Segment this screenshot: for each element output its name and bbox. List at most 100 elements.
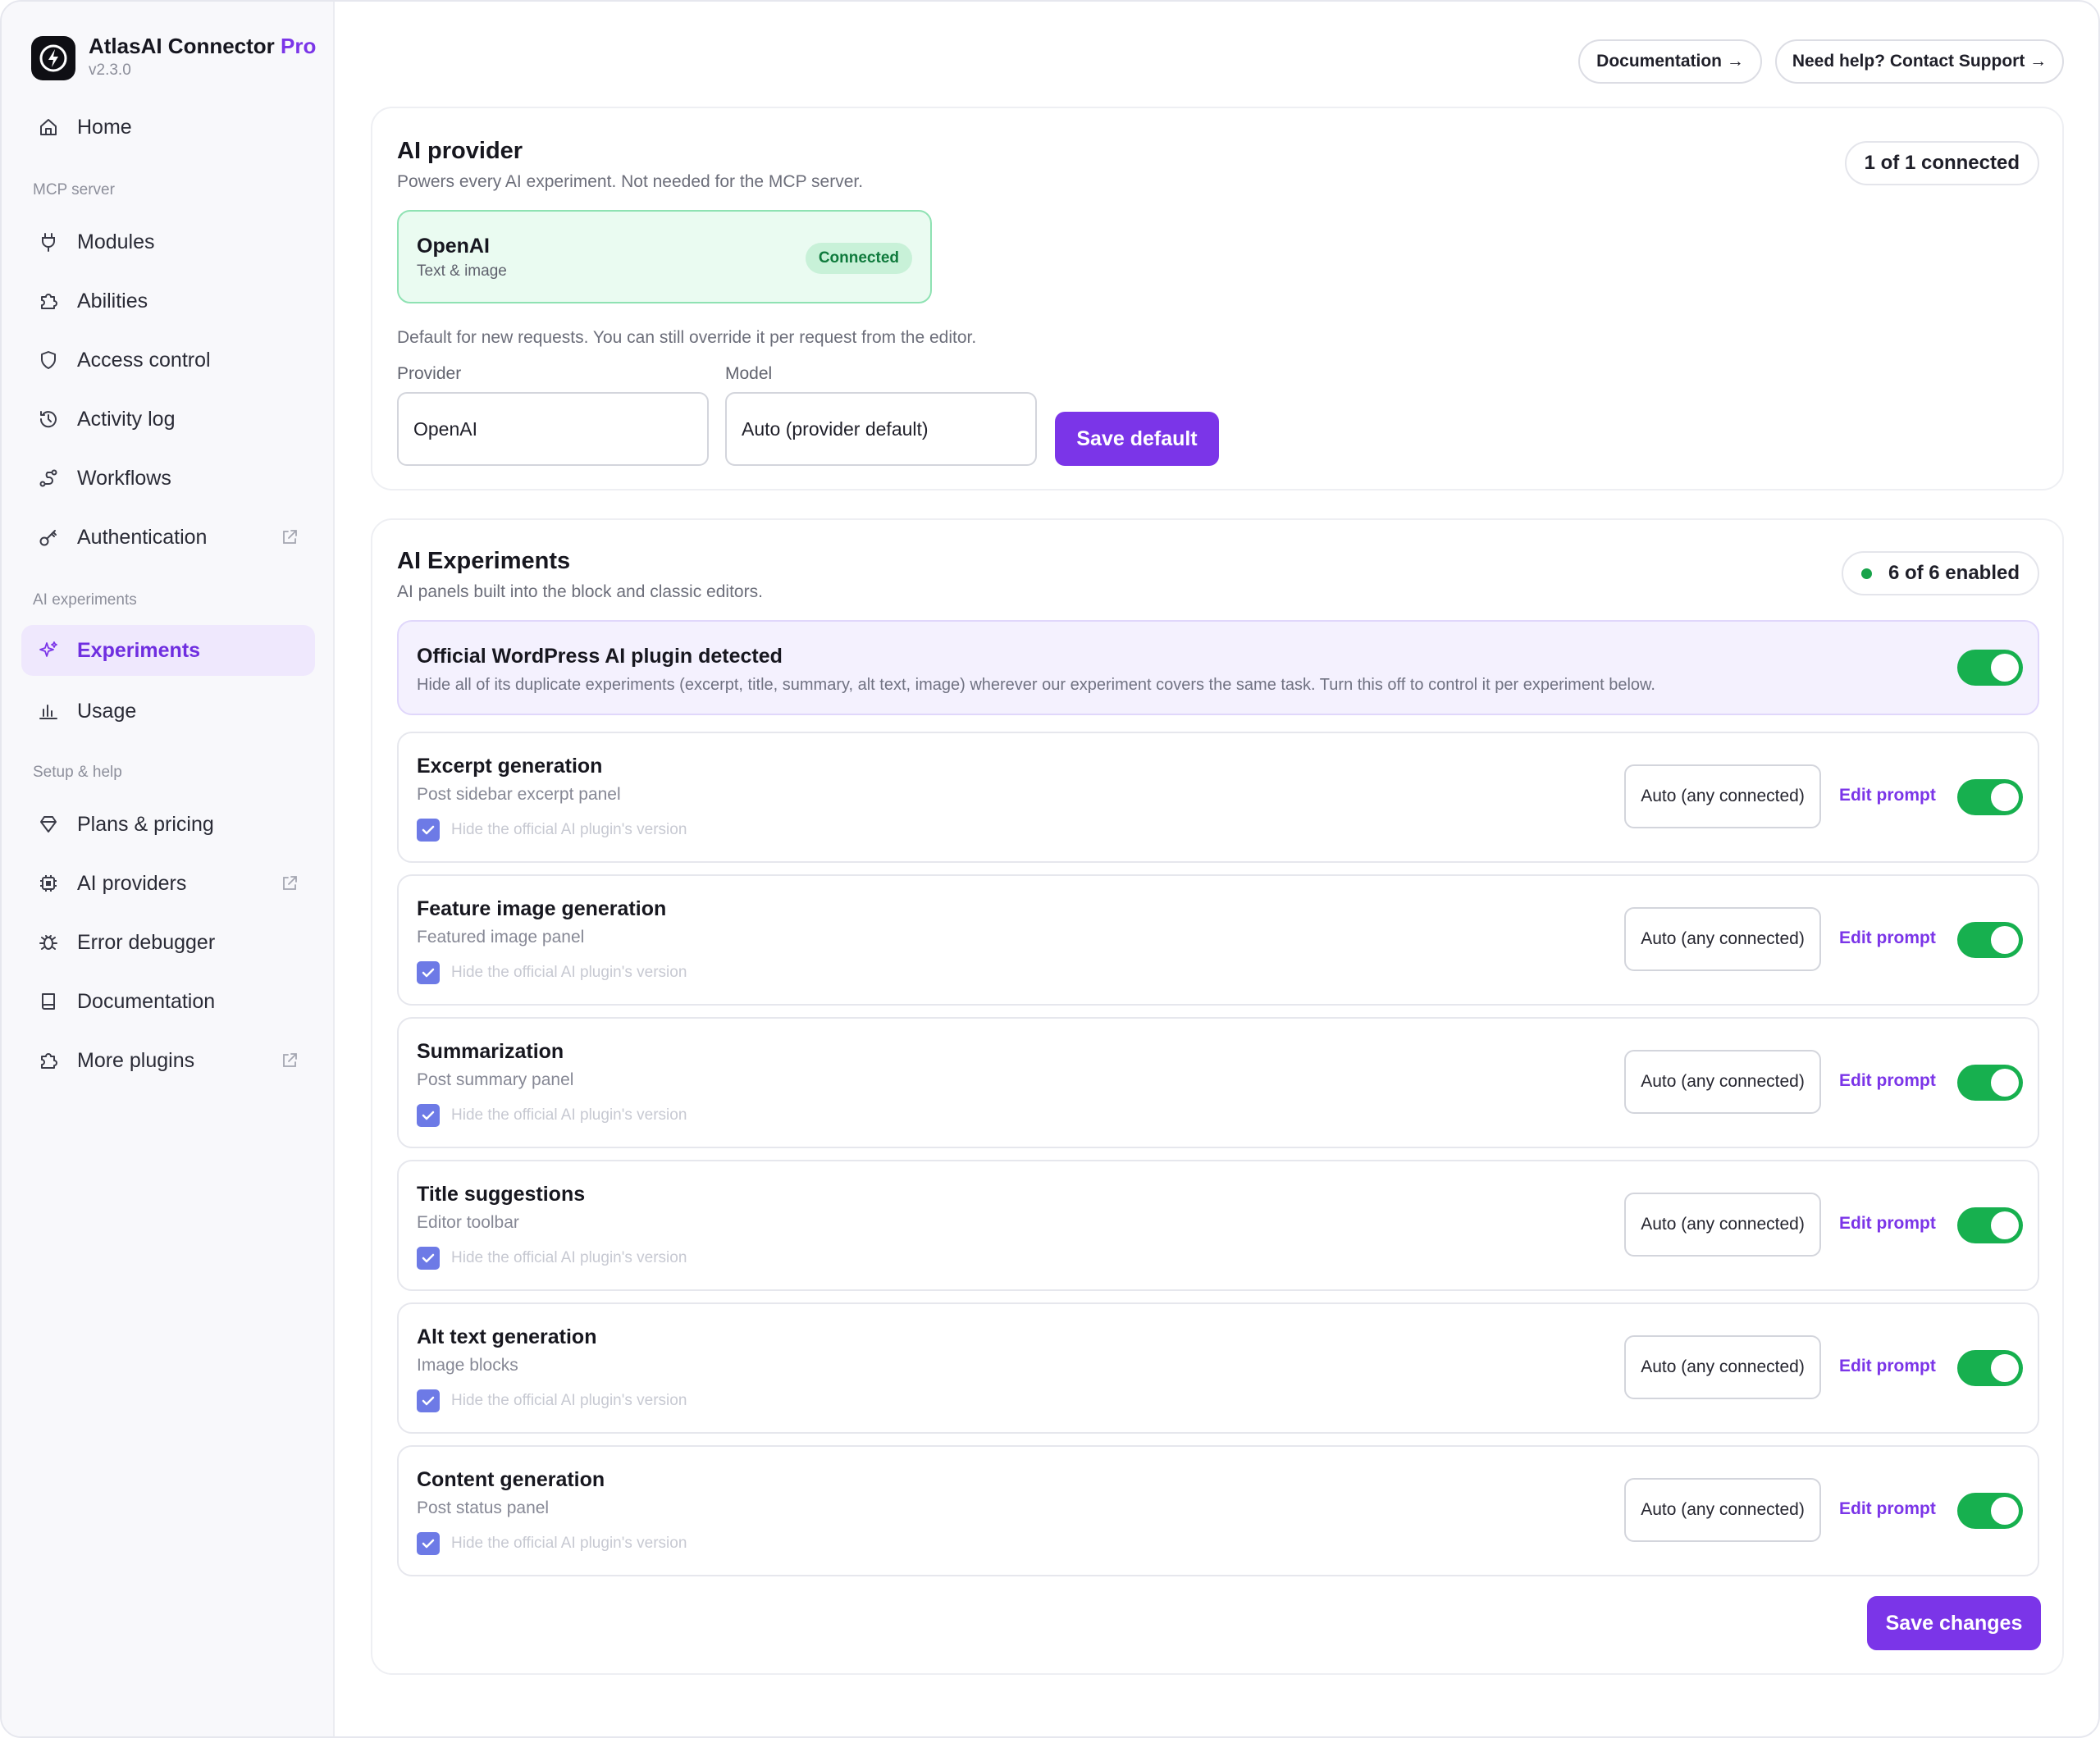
experiment-toggle[interactable]: [1957, 779, 2023, 815]
sidebar-item-authentication[interactable]: Authentication: [21, 512, 315, 563]
sidebar-item-error-debugger[interactable]: Error debugger: [21, 917, 315, 968]
hide-official-label: Hide the official AI plugin's version: [451, 1249, 687, 1266]
hide-official-label: Hide the official AI plugin's version: [451, 821, 687, 838]
experiment-row: Title suggestions Editor toolbar Hide th…: [397, 1160, 2039, 1291]
experiment-model-select[interactable]: Auto (any connected): [1624, 907, 1821, 971]
hide-official-checkbox[interactable]: Hide the official AI plugin's version: [417, 1389, 687, 1412]
experiment-model-select[interactable]: Auto (any connected): [1624, 1050, 1821, 1114]
sidebar-item-label: Activity log: [77, 407, 176, 431]
route-icon: [36, 466, 61, 490]
edit-prompt-link[interactable]: Edit prompt: [1839, 1214, 1936, 1234]
experiment-model-select[interactable]: Auto (any connected): [1624, 764, 1821, 828]
sidebar-item-abilities[interactable]: Abilities: [21, 276, 315, 326]
checkmark-icon: [417, 961, 440, 984]
sidebar-item-workflows[interactable]: Workflows: [21, 453, 315, 504]
sidebar: AtlasAI Connector Pro v2.3.0 Home MCP se…: [2, 2, 335, 1736]
sidebar-item-experiments[interactable]: Experiments: [21, 625, 315, 676]
experiment-toggle[interactable]: [1957, 1350, 2023, 1386]
sidebar-item-usage[interactable]: Usage: [21, 686, 315, 737]
experiment-subtitle: Image blocks: [417, 1356, 518, 1375]
sidebar-item-label: Usage: [77, 699, 137, 723]
sidebar-item-access-control[interactable]: Access control: [21, 335, 315, 385]
experiment-model-select[interactable]: Auto (any connected): [1624, 1478, 1821, 1542]
card-title: AI Experiments: [397, 548, 571, 574]
checkmark-icon: [417, 1532, 440, 1555]
hide-official-checkbox[interactable]: Hide the official AI plugin's version: [417, 819, 687, 842]
sidebar-item-label: Error debugger: [77, 930, 216, 954]
save-default-button[interactable]: Save default: [1055, 412, 1219, 466]
hide-official-checkbox[interactable]: Hide the official AI plugin's version: [417, 1104, 687, 1127]
puzzle-icon: [36, 1048, 61, 1073]
sparkles-icon: [36, 638, 61, 663]
sidebar-item-ai-providers[interactable]: AI providers: [21, 858, 315, 909]
sidebar-item-label: Workflows: [77, 466, 171, 490]
enabled-count-pill: 6 of 6 enabled: [1841, 551, 2039, 595]
experiment-toggle[interactable]: [1957, 1493, 2023, 1529]
experiment-subtitle: Editor toolbar: [417, 1213, 519, 1232]
diamond-icon: [36, 812, 61, 837]
hide-official-label: Hide the official AI plugin's version: [451, 1535, 687, 1552]
experiment-title: Content generation: [417, 1468, 605, 1491]
provider-tile-openai[interactable]: OpenAI Text & image Connected: [397, 210, 932, 303]
experiment-toggle[interactable]: [1957, 1207, 2023, 1243]
shield-icon: [36, 348, 61, 372]
hide-official-label: Hide the official AI plugin's version: [451, 1392, 687, 1409]
edit-prompt-link[interactable]: Edit prompt: [1839, 1499, 1936, 1519]
contact-support-button[interactable]: Need help? Contact Support →: [1775, 39, 2064, 84]
experiment-row: Excerpt generation Post sidebar excerpt …: [397, 732, 2039, 863]
hide-official-checkbox[interactable]: Hide the official AI plugin's version: [417, 1247, 687, 1270]
provider-name: OpenAI: [417, 235, 490, 258]
sidebar-item-documentation[interactable]: Documentation: [21, 976, 315, 1027]
home-icon: [36, 115, 61, 139]
sidebar-item-label: Plans & pricing: [77, 812, 214, 836]
experiment-subtitle: Post summary panel: [417, 1070, 574, 1089]
brand-logo-icon: [31, 36, 75, 80]
experiment-subtitle: Post sidebar excerpt panel: [417, 785, 621, 804]
experiment-toggle[interactable]: [1957, 922, 2023, 958]
provider-select[interactable]: OpenAI: [397, 392, 709, 466]
documentation-button[interactable]: Documentation →: [1578, 39, 1762, 84]
experiment-model-select[interactable]: Auto (any connected): [1624, 1193, 1821, 1257]
experiment-title: Alt text generation: [417, 1325, 597, 1348]
puzzle-icon: [36, 289, 61, 313]
sidebar-item-label: More plugins: [77, 1048, 195, 1072]
checkmark-icon: [417, 819, 440, 842]
sidebar-item-home[interactable]: Home: [21, 102, 315, 153]
ai-experiments-card: AI Experiments AI panels built into the …: [371, 518, 2064, 1675]
experiment-toggle[interactable]: [1957, 1065, 2023, 1101]
experiment-title: Excerpt generation: [417, 755, 603, 778]
experiment-title: Summarization: [417, 1040, 564, 1063]
enabled-count-label: 6 of 6 enabled: [1888, 562, 2020, 584]
hide-official-checkbox[interactable]: Hide the official AI plugin's version: [417, 1532, 687, 1555]
provider-label: Provider: [397, 364, 462, 383]
edit-prompt-link[interactable]: Edit prompt: [1839, 928, 1936, 948]
app-window: AtlasAI Connector Pro v2.3.0 Home MCP se…: [0, 0, 2100, 1738]
status-dot-icon: [1860, 568, 1872, 579]
experiment-model-select[interactable]: Auto (any connected): [1624, 1335, 1821, 1399]
sidebar-item-activity-log[interactable]: Activity log: [21, 394, 315, 445]
card-subtitle: Powers every AI experiment. Not needed f…: [397, 172, 864, 191]
bar-chart-icon: [36, 699, 61, 723]
chip-icon: [36, 871, 61, 896]
external-link-icon: [281, 1051, 299, 1070]
card-title: AI provider: [397, 138, 523, 164]
status-badge: Connected: [805, 243, 912, 274]
edit-prompt-link[interactable]: Edit prompt: [1839, 1071, 1936, 1091]
checkmark-icon: [417, 1389, 440, 1412]
model-select[interactable]: Auto (provider default): [725, 392, 1037, 466]
edit-prompt-link[interactable]: Edit prompt: [1839, 1357, 1936, 1376]
banner-description: Hide all of its duplicate experiments (e…: [417, 676, 1655, 694]
hide-official-checkbox[interactable]: Hide the official AI plugin's version: [417, 961, 687, 984]
hide-duplicates-toggle[interactable]: [1957, 650, 2023, 686]
sidebar-item-plans-pricing[interactable]: Plans & pricing: [21, 799, 315, 850]
sidebar-item-modules[interactable]: Modules: [21, 217, 315, 267]
connected-count-pill: 1 of 1 connected: [1844, 141, 2039, 185]
edit-prompt-link[interactable]: Edit prompt: [1839, 786, 1936, 805]
brand-version: v2.3.0: [89, 62, 131, 79]
ai-provider-card: AI provider Powers every AI experiment. …: [371, 107, 2064, 490]
save-changes-button[interactable]: Save changes: [1867, 1596, 2041, 1650]
hide-official-label: Hide the official AI plugin's version: [451, 1106, 687, 1124]
experiment-row: Alt text generation Image blocks Hide th…: [397, 1302, 2039, 1434]
sidebar-item-more-plugins[interactable]: More plugins: [21, 1035, 315, 1086]
experiment-row: Content generation Post status panel Hid…: [397, 1445, 2039, 1576]
